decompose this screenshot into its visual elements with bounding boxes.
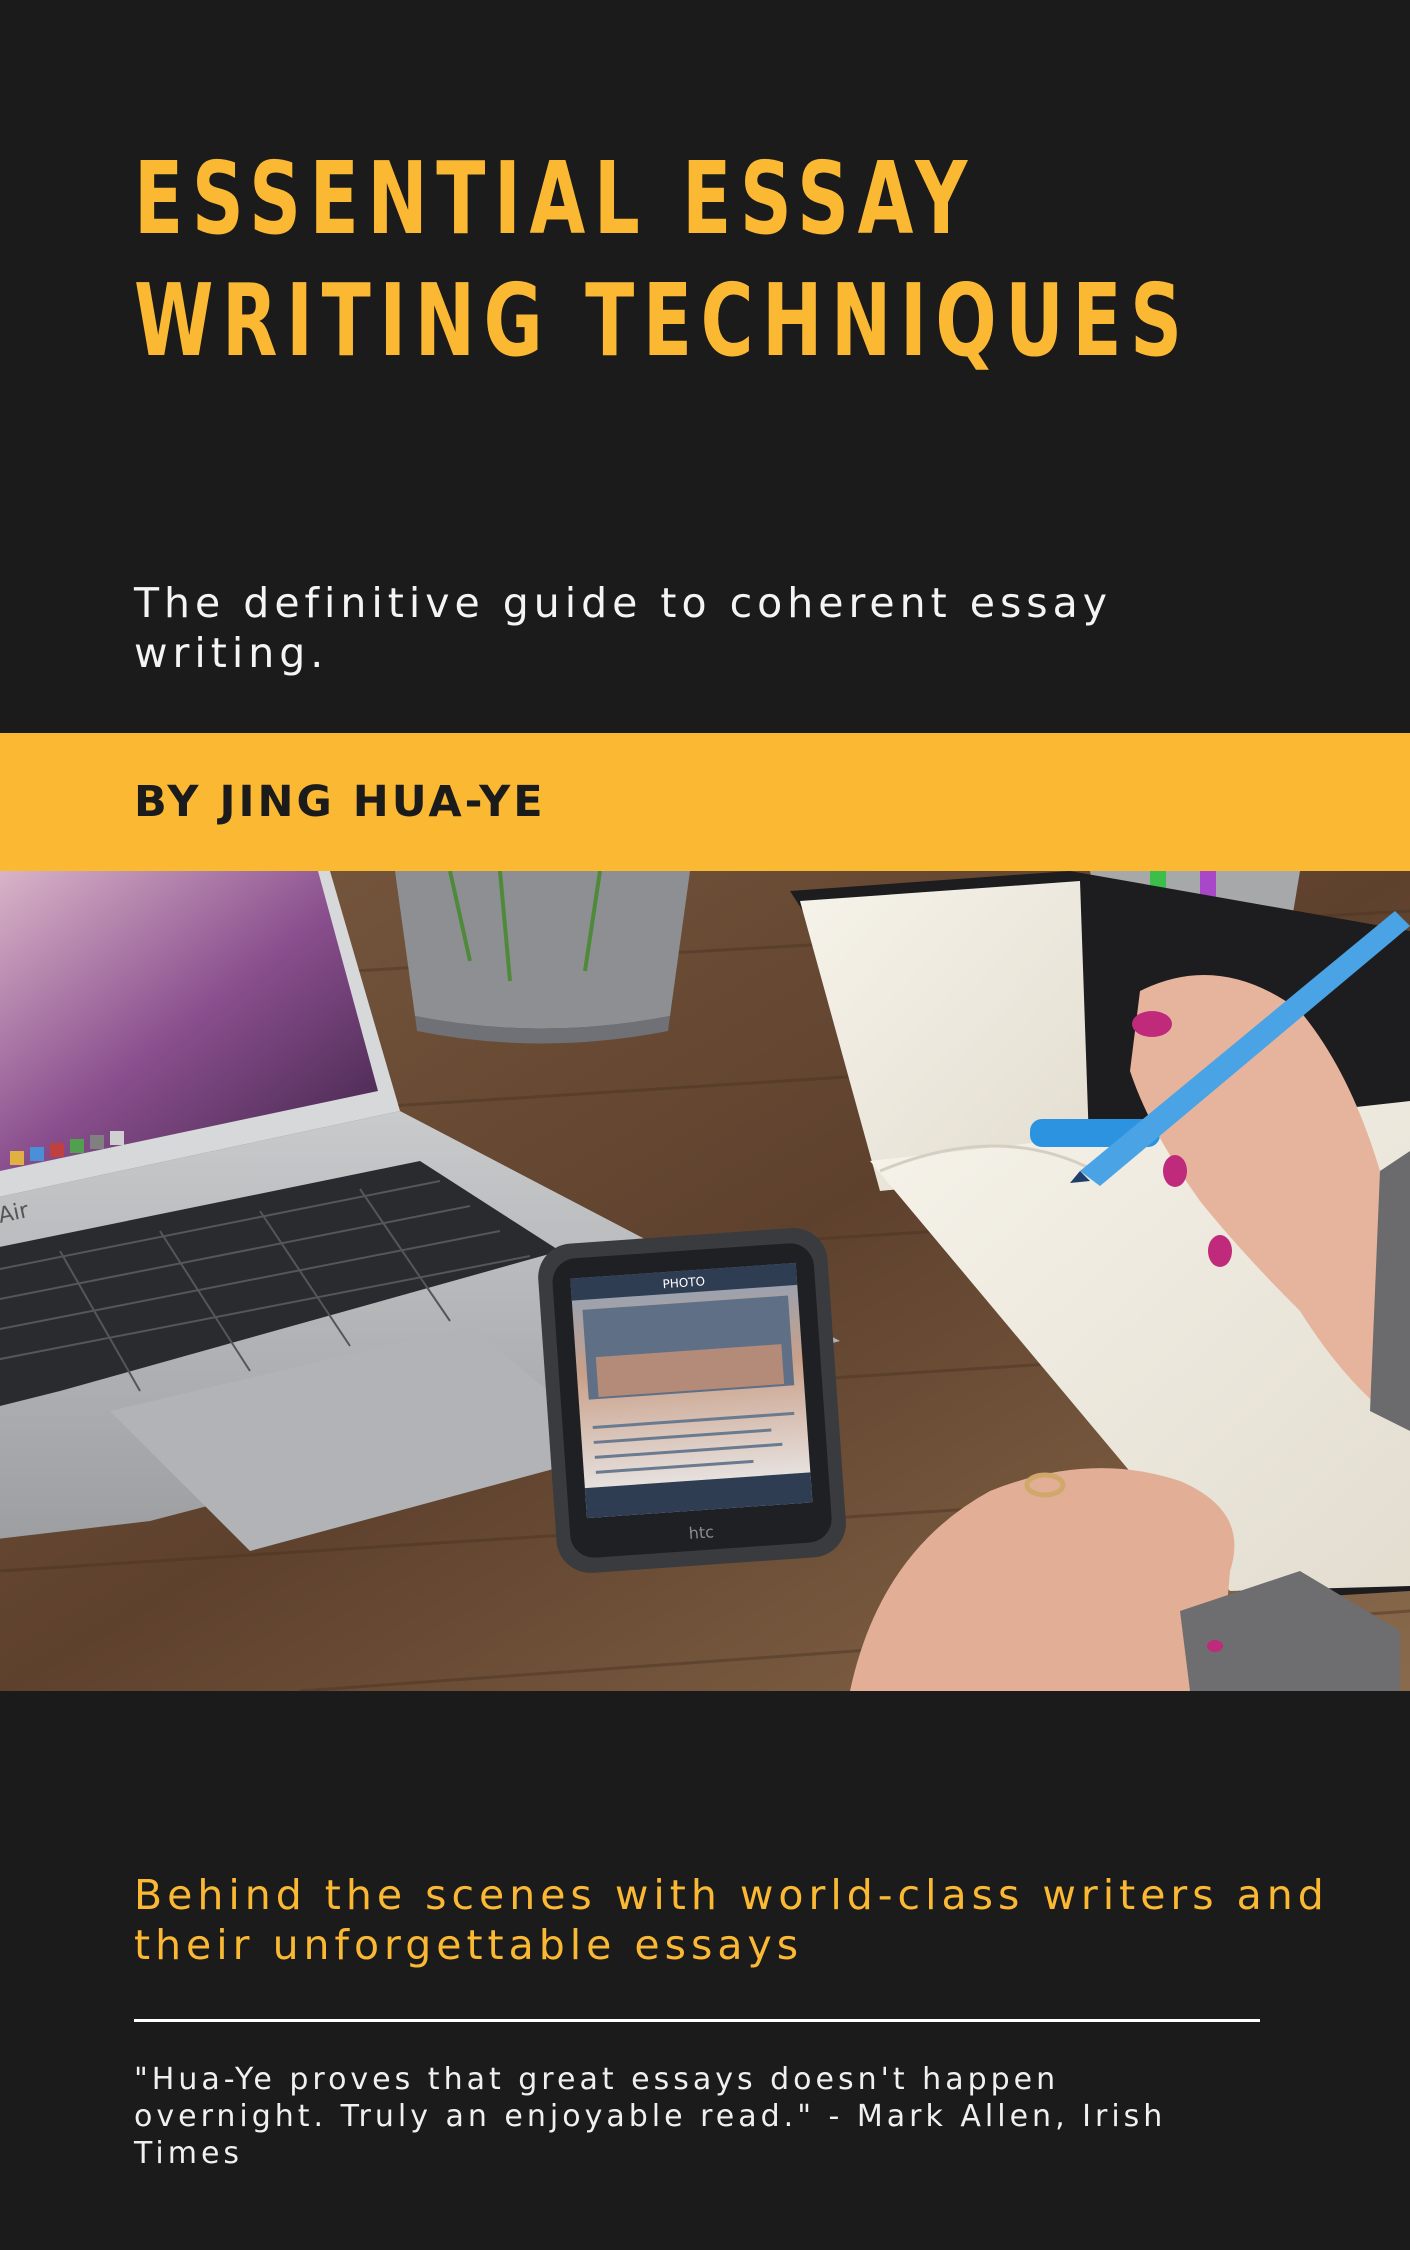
- phone-header: PHOTO: [662, 1274, 705, 1291]
- author-band: BY JING HUA-YE: [0, 733, 1410, 871]
- book-cover: ESSENTIAL ESSAY WRITING TECHNIQUES The d…: [0, 0, 1410, 2250]
- cover-tagline: Behind the scenes with world-class write…: [134, 1871, 1329, 1969]
- cover-title-line-2: WRITING TECHNIQUES: [134, 262, 1191, 379]
- smartphone: PHOTO htc: [538, 1228, 846, 1573]
- plant-pot: [395, 871, 690, 1044]
- cover-photo: Air PHOTO htc: [0, 871, 1410, 1691]
- review-quote: "Hua-Ye proves that great essays doesn't…: [134, 2062, 1167, 2171]
- phone-brand: htc: [688, 1522, 714, 1543]
- divider-line: [134, 2019, 1260, 2022]
- cover-subtitle: The definitive guide to coherent essay w…: [134, 579, 1113, 677]
- cover-title: ESSENTIAL ESSAY WRITING TECHNIQUES: [134, 138, 1191, 382]
- cover-title-line-1: ESSENTIAL ESSAY: [134, 140, 976, 257]
- author-name: BY JING HUA-YE: [134, 777, 546, 827]
